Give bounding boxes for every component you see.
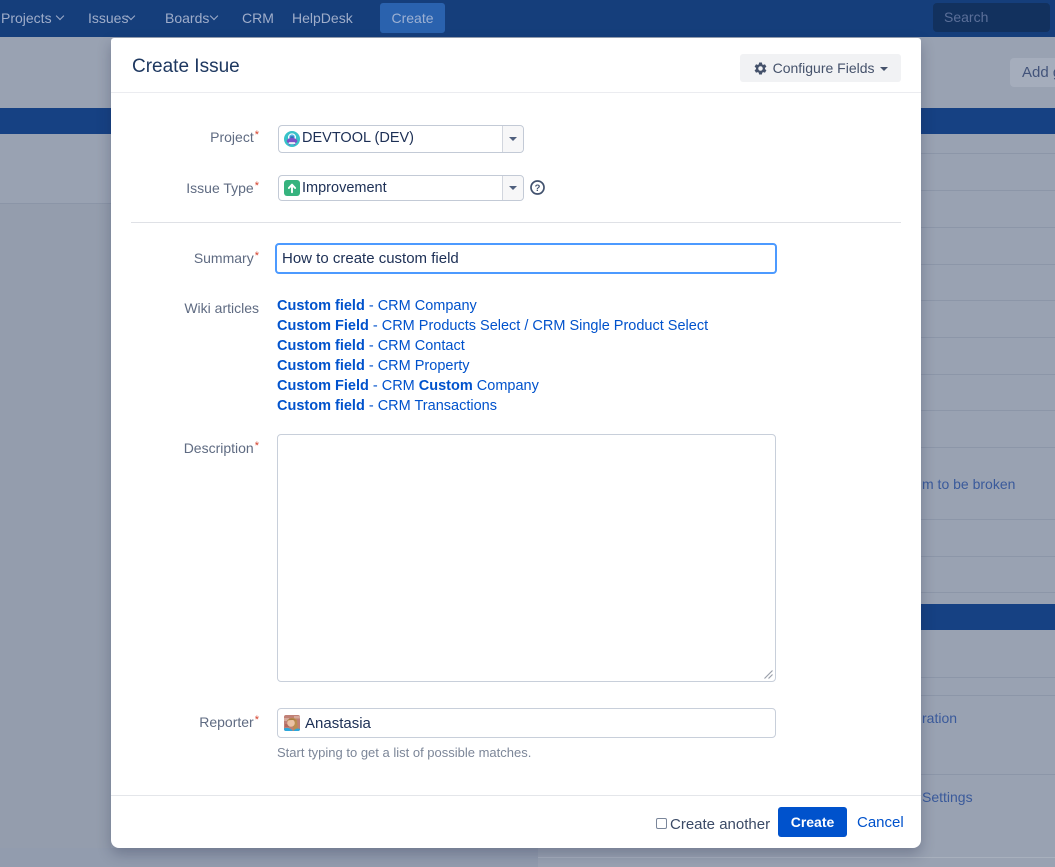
svg-text:?: ? <box>535 183 541 194</box>
